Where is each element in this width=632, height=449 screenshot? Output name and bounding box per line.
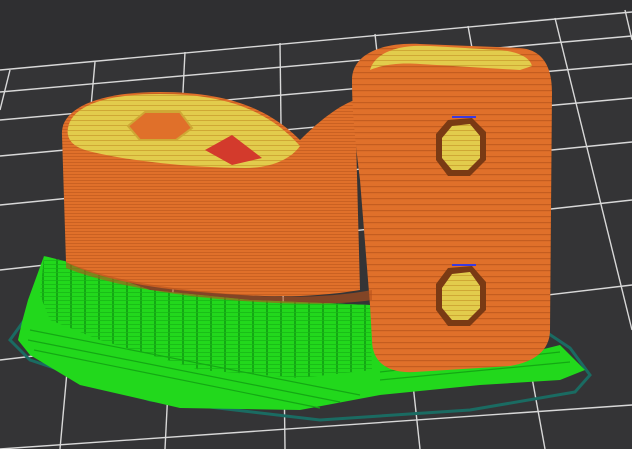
3d-scene[interactable] <box>0 0 632 449</box>
mounting-hole-lower <box>436 264 486 326</box>
3d-preview-viewport[interactable] <box>0 0 632 449</box>
mounting-hole-upper <box>436 116 486 176</box>
